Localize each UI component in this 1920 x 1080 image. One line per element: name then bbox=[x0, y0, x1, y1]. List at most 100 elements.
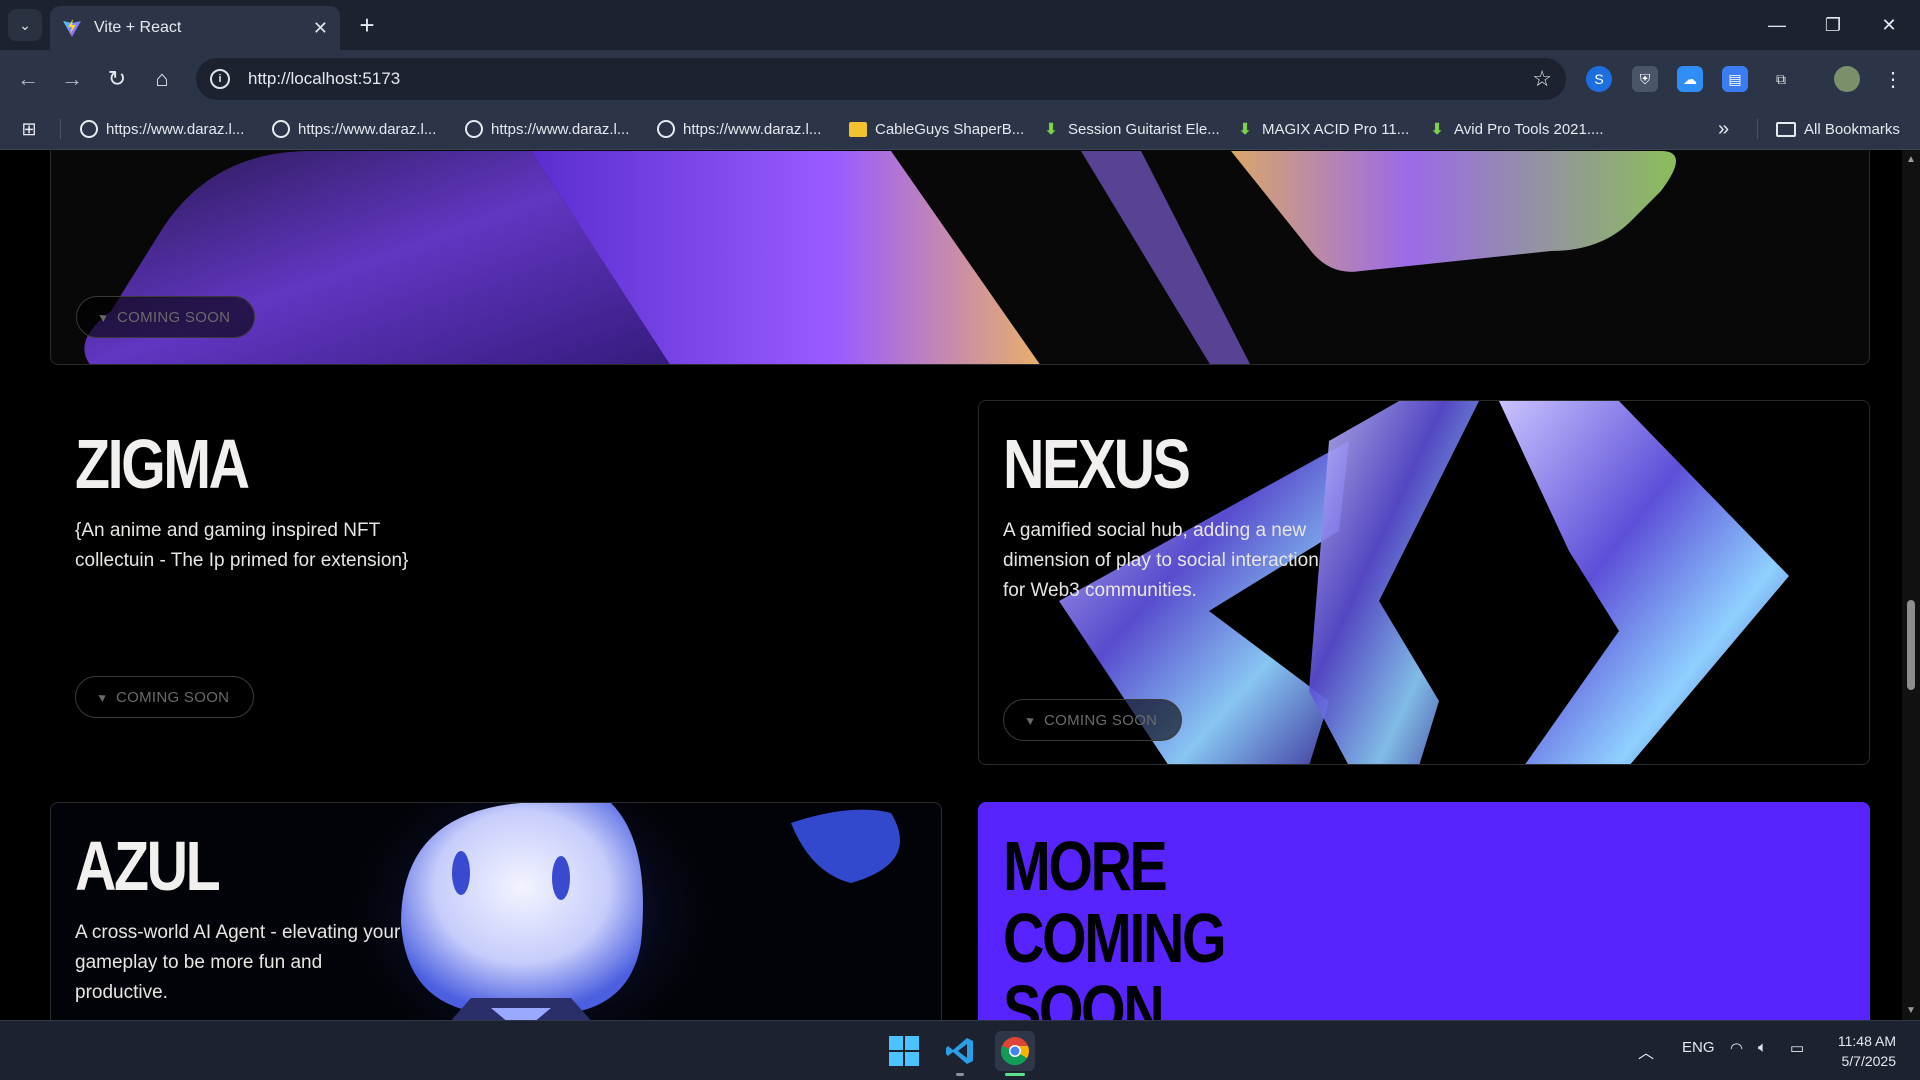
arrow-left-icon: ← bbox=[17, 66, 39, 91]
bookmark-divider bbox=[1757, 119, 1758, 139]
battery-icon[interactable]: ▭ bbox=[1790, 1039, 1804, 1057]
new-tab-button[interactable]: + bbox=[352, 10, 382, 40]
coming-soon-button[interactable]: COMING SOON bbox=[76, 296, 256, 338]
bookmarks-overflow-button[interactable]: » bbox=[1718, 114, 1729, 144]
system-clock[interactable]: 11:48 AM 5/7/2025 bbox=[1838, 1031, 1896, 1071]
scroll-down-icon[interactable]: ▼ bbox=[1906, 1005, 1916, 1016]
tab-search-button[interactable]: ⌄ bbox=[8, 9, 42, 41]
page-viewport[interactable]: COMING SOON ZIGMA {An anime and gaming i… bbox=[0, 150, 1902, 1020]
globe-icon bbox=[272, 120, 290, 138]
files-extension-icon[interactable]: ▤ bbox=[1722, 66, 1748, 92]
globe-icon bbox=[657, 120, 675, 138]
home-icon: ⌂ bbox=[155, 66, 169, 91]
cloud-extension-icon[interactable]: ☁ bbox=[1677, 66, 1703, 92]
abstract-shapes-artwork bbox=[84, 151, 1676, 364]
bookmark-item[interactable]: ⬇ Avid Pro Tools 2021.... bbox=[1428, 114, 1604, 144]
all-bookmarks-button[interactable]: All Bookmarks bbox=[1776, 114, 1900, 144]
more-line-3: SOON bbox=[1003, 971, 1165, 1020]
download-icon: ⬇ bbox=[1238, 121, 1252, 138]
forward-button[interactable]: → bbox=[56, 63, 88, 95]
reload-button[interactable]: ↻ bbox=[101, 63, 133, 95]
bookmark-item[interactable]: https://www.daraz.l... bbox=[80, 114, 244, 144]
coming-soon-label: COMING SOON bbox=[117, 308, 231, 326]
scroll-up-icon[interactable]: ▲ bbox=[1906, 154, 1916, 165]
running-indicator bbox=[956, 1073, 964, 1076]
volume-icon[interactable]: 🔈︎ bbox=[1758, 1039, 1767, 1056]
menu-dots-icon[interactable]: ⋮ bbox=[1880, 66, 1906, 92]
clock-time: 11:48 AM bbox=[1837, 1033, 1896, 1049]
card-description: {An anime and gaming inspired NFT collec… bbox=[75, 520, 409, 571]
site-info-icon[interactable]: i bbox=[210, 69, 230, 89]
windows-logo-icon bbox=[889, 1036, 919, 1066]
bookmark-item[interactable]: https://www.daraz.l... bbox=[657, 114, 821, 144]
active-indicator bbox=[1005, 1073, 1025, 1076]
bookmark-label: MAGIX ACID Pro 11... bbox=[1262, 120, 1410, 138]
back-button[interactable]: ← bbox=[12, 63, 44, 95]
bookmark-label: Avid Pro Tools 2021.... bbox=[1454, 120, 1604, 138]
page-scrollbar[interactable]: ▲ ▼ bbox=[1902, 150, 1920, 1020]
bookmark-label: https://www.daraz.l... bbox=[298, 120, 437, 138]
download-icon: ⬇ bbox=[1430, 121, 1444, 138]
bookmark-item[interactable]: https://www.daraz.l... bbox=[465, 114, 629, 144]
bookmark-label: CableGuys ShaperB... bbox=[875, 120, 1025, 138]
shazam-extension-icon[interactable]: S bbox=[1586, 66, 1612, 92]
coming-soon-button[interactable]: COMING SOON bbox=[75, 676, 255, 718]
send-arrow-icon bbox=[1026, 715, 1036, 725]
tab-title: Vite + React bbox=[94, 19, 182, 36]
bookmark-item[interactable]: CableGuys ShaperB... bbox=[849, 114, 1024, 144]
bookmark-divider bbox=[60, 119, 61, 139]
coming-soon-label: COMING SOON bbox=[1044, 711, 1158, 729]
folder-icon bbox=[849, 120, 867, 138]
language-indicator[interactable]: ENG bbox=[1682, 1039, 1715, 1056]
windows-taskbar: ︿ ENG ◠ 🔈︎ ▭ 11:48 AM 5/7/2025 bbox=[0, 1020, 1920, 1080]
download-icon: ⬇ bbox=[1044, 121, 1058, 138]
more-coming-soon-card: MORE COMING SOON bbox=[978, 802, 1870, 1020]
coming-soon-label: COMING SOON bbox=[116, 688, 230, 706]
coming-soon-button[interactable]: COMING SOON bbox=[1003, 699, 1183, 741]
send-arrow-icon bbox=[99, 312, 109, 322]
chevron-up-icon[interactable]: ︿ bbox=[1638, 1039, 1654, 1063]
url-text[interactable]: http://localhost:5173 bbox=[248, 69, 1532, 89]
more-line-2: COMING bbox=[1003, 899, 1227, 977]
minimize-button[interactable]: — bbox=[1754, 0, 1800, 50]
chrome-taskbar-button[interactable] bbox=[995, 1031, 1035, 1071]
project-card-azul: AZUL A cross-world AI Agent - elevating … bbox=[50, 802, 942, 1020]
bookmark-label: https://www.daraz.l... bbox=[683, 120, 822, 138]
close-tab-icon[interactable]: ✕ bbox=[313, 18, 328, 39]
card-description: A cross-world AI Agent - elevating your … bbox=[75, 922, 401, 1003]
address-bar[interactable]: i http://localhost:5173 ☆ bbox=[196, 58, 1566, 100]
profile-avatar[interactable] bbox=[1834, 66, 1860, 92]
project-card-nexus: NEXUS A gamified social hub, adding a ne… bbox=[978, 400, 1870, 765]
card-title: AZUL bbox=[75, 827, 221, 905]
bookmark-item[interactable]: ⬇ Session Guitarist Ele... bbox=[1042, 114, 1220, 144]
vscode-icon bbox=[946, 1038, 973, 1064]
card-description: A gamified social hub, adding a new dime… bbox=[1003, 520, 1319, 601]
bookmark-item[interactable]: https://www.daraz.l... bbox=[272, 114, 436, 144]
browser-toolbar: ← → ↻ ⌂ i http://localhost:5173 ☆ S ⛨ ☁ … bbox=[0, 50, 1920, 108]
close-window-button[interactable]: ✕ bbox=[1866, 0, 1912, 50]
chevron-down-icon: ⌄ bbox=[19, 16, 31, 33]
vscode-taskbar-button[interactable] bbox=[940, 1031, 980, 1071]
bookmark-label: Session Guitarist Ele... bbox=[1068, 120, 1220, 138]
arrow-right-icon: → bbox=[61, 66, 83, 91]
active-tab[interactable]: Vite + React ✕ bbox=[50, 6, 340, 50]
shield-extension-icon[interactable]: ⛨ bbox=[1632, 66, 1658, 92]
bookmarks-bar: ⊞ https://www.daraz.l... https://www.dar… bbox=[0, 108, 1920, 150]
folder-outline-icon bbox=[1776, 121, 1796, 137]
all-bookmarks-label: All Bookmarks bbox=[1804, 120, 1900, 138]
bookmark-star-icon[interactable]: ☆ bbox=[1532, 66, 1552, 92]
wifi-icon[interactable]: ◠ bbox=[1730, 1039, 1743, 1057]
bookmark-item[interactable]: ⬇ MAGIX ACID Pro 11... bbox=[1236, 114, 1410, 144]
vite-logo-icon bbox=[63, 19, 81, 37]
more-line-1: MORE bbox=[1003, 827, 1168, 905]
extensions-puzzle-icon[interactable]: ⧉ bbox=[1768, 66, 1794, 92]
project-card-zigma: ZIGMA {An anime and gaming inspired NFT … bbox=[50, 400, 942, 765]
globe-icon bbox=[80, 120, 98, 138]
send-arrow-icon bbox=[98, 692, 108, 702]
reload-icon: ↻ bbox=[107, 66, 127, 91]
start-button[interactable] bbox=[884, 1031, 924, 1071]
apps-grid-icon[interactable]: ⊞ bbox=[20, 114, 46, 144]
scrollbar-thumb[interactable] bbox=[1907, 600, 1915, 690]
home-button[interactable]: ⌂ bbox=[146, 63, 178, 95]
restore-button[interactable]: ❐ bbox=[1810, 0, 1856, 50]
